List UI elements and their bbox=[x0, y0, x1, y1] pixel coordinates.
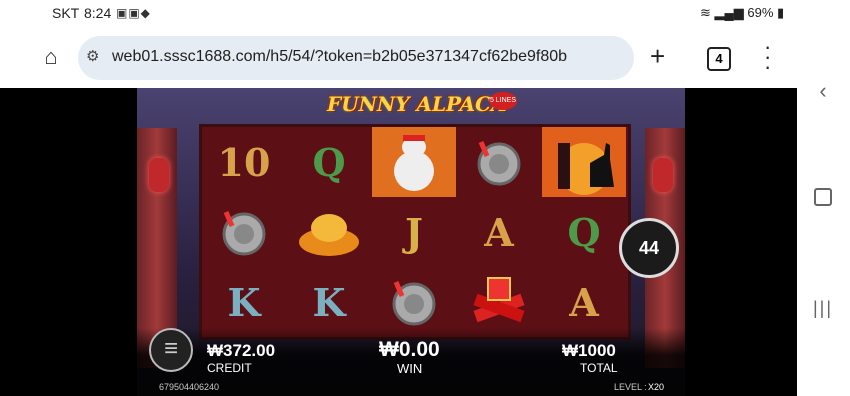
status-bar: SKT 8:24 ▣▣◆ ≋ ▂▄▆ 69% ▮ bbox=[0, 0, 797, 28]
level-value: X20 bbox=[648, 382, 665, 392]
gong-symbol-icon bbox=[457, 127, 541, 197]
win-label: WIN bbox=[397, 361, 423, 376]
total-value: ₩1000 bbox=[562, 341, 616, 360]
battery-icon: ▮ bbox=[777, 5, 785, 20]
gold-ingot-icon bbox=[287, 197, 371, 267]
carrier-label: SKT bbox=[52, 5, 80, 21]
alpaca-wild-icon bbox=[372, 127, 456, 197]
symbol-10: 10 bbox=[217, 139, 271, 185]
letterbox-right bbox=[685, 88, 797, 396]
firecracker-icon bbox=[457, 267, 541, 337]
site-settings-icon[interactable]: ⚙ bbox=[86, 47, 99, 65]
battery-percent: 69% bbox=[747, 5, 774, 20]
symbol-j: J bbox=[405, 209, 423, 255]
gong-symbol-icon bbox=[372, 267, 456, 337]
lines-badge: 5 LINES bbox=[489, 92, 517, 110]
symbol-a: A bbox=[484, 209, 514, 255]
signal-icon: ▂▄▆ bbox=[714, 5, 744, 20]
level-label: LEVEL : bbox=[614, 382, 647, 392]
home-nav-icon[interactable] bbox=[811, 188, 835, 206]
address-bar[interactable]: ⚙ web01.sssc1688.com/h5/54/?token=b2b05e… bbox=[78, 36, 634, 80]
slot-game[interactable]: FUNNY ALPACA 5 LINES 10 K Q K J A Q A 44… bbox=[137, 88, 685, 396]
recents-icon[interactable]: ||| bbox=[811, 298, 835, 319]
browser-toolbar: ⌂ ⚙ web01.sssc1688.com/h5/54/?token=b2b0… bbox=[0, 28, 797, 88]
credit-label: CREDIT bbox=[207, 361, 252, 375]
system-nav-bar: ‹ ||| bbox=[797, 0, 850, 396]
notification-icons: ▣▣◆ bbox=[116, 6, 151, 20]
gong-symbol-icon bbox=[202, 197, 286, 267]
clock: 8:24 bbox=[84, 5, 112, 21]
tab-count-button[interactable]: 4 bbox=[707, 47, 731, 71]
symbol-q: Q bbox=[567, 209, 601, 255]
status-right: ≋ ▂▄▆ 69% ▮ bbox=[700, 5, 784, 21]
lantern-left bbox=[149, 158, 169, 192]
total-label: TOTAL bbox=[580, 361, 618, 375]
url-text: web01.sssc1688.com/h5/54/?token=b2b05e37… bbox=[112, 48, 568, 65]
game-menu-button[interactable]: ≡ bbox=[149, 328, 193, 372]
symbol-a: A bbox=[569, 279, 599, 325]
game-logo: FUNNY ALPACA bbox=[327, 92, 507, 116]
symbol-k: K bbox=[312, 279, 346, 325]
wifi-icon: ≋ bbox=[700, 5, 711, 20]
symbol-q: Q bbox=[312, 139, 346, 185]
new-tab-icon[interactable]: + bbox=[650, 42, 665, 70]
auto-spin-counter[interactable]: 44 bbox=[619, 218, 679, 278]
lantern-right bbox=[653, 158, 673, 192]
game-id: 679504406240 bbox=[159, 382, 220, 392]
letterbox-left bbox=[0, 88, 137, 396]
pagoda-scatter-icon bbox=[542, 127, 626, 197]
credit-value: ₩372.00 bbox=[207, 341, 276, 360]
more-menu-icon[interactable]: · · · bbox=[764, 36, 771, 78]
back-icon[interactable]: ‹ bbox=[811, 78, 835, 104]
win-value: ₩0.00 bbox=[379, 338, 440, 361]
reel-grid: 10 K Q K J A Q A bbox=[199, 124, 631, 340]
home-icon[interactable]: ⌂ bbox=[38, 44, 64, 70]
symbol-k: K bbox=[227, 279, 261, 325]
